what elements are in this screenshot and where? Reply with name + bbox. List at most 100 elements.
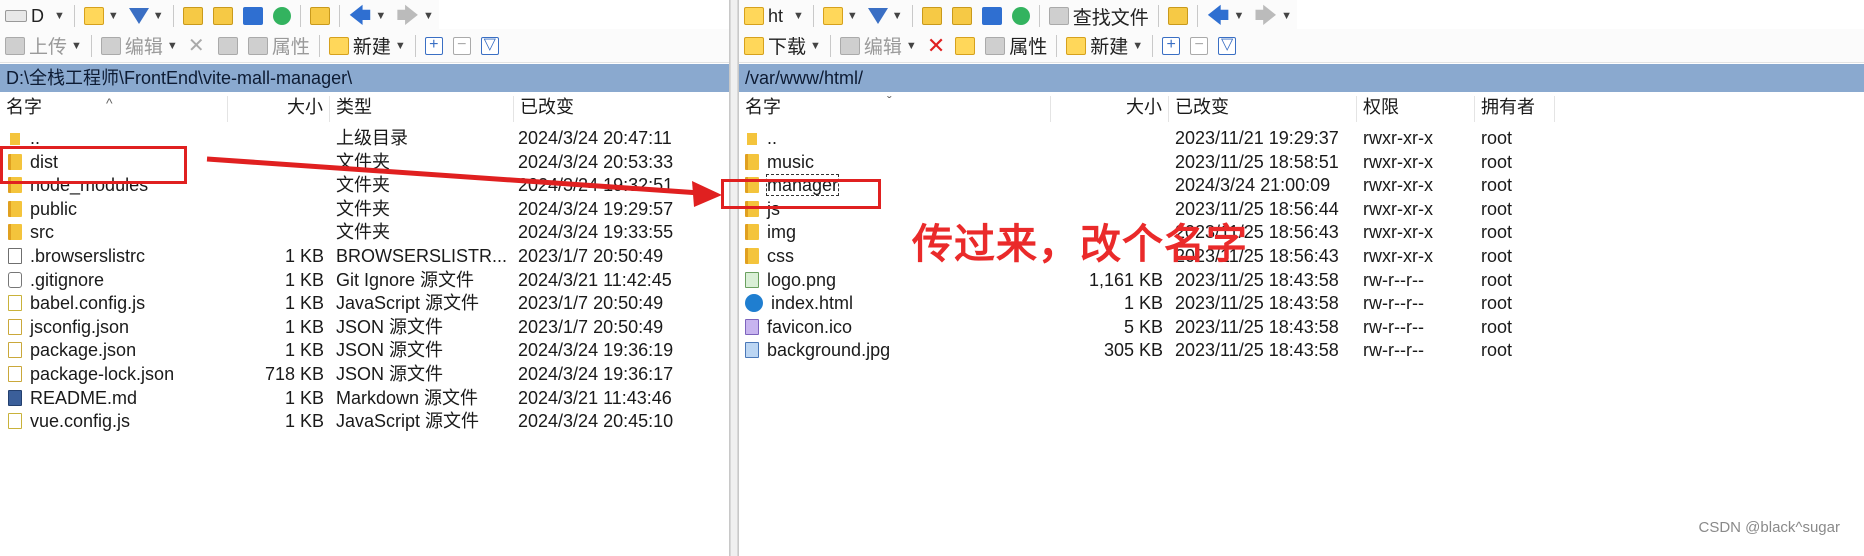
new-button[interactable]: 新建 ▼ xyxy=(1061,31,1148,61)
column-size[interactable]: 大小 xyxy=(1051,96,1169,122)
deselect-button[interactable]: − xyxy=(448,31,476,61)
remote-toolbar-actions: 下载 ▼ 编辑 ▼ ✕ 属性 新建 ▼ + − ▽ xyxy=(739,29,1864,63)
local-column-header: 名字 ^ 大小 类型 已改变 xyxy=(0,95,729,122)
back-arrow-icon: 🡄 xyxy=(1206,3,1230,28)
home-button[interactable] xyxy=(977,1,1007,31)
png-file-icon xyxy=(745,271,759,288)
jpg-file-icon xyxy=(745,342,759,359)
edit-button[interactable]: 编辑 ▼ xyxy=(835,31,922,61)
delete-button[interactable]: ✕ xyxy=(922,31,950,61)
minus-icon: − xyxy=(1190,36,1209,55)
root-dir-button[interactable] xyxy=(208,1,238,31)
column-modified[interactable]: 已改变 xyxy=(1169,96,1357,122)
markdown-file-icon xyxy=(8,389,22,406)
file-name: jsconfig.json xyxy=(30,316,130,337)
file-name: package.json xyxy=(30,340,137,361)
pane-splitter[interactable] xyxy=(730,0,738,556)
local-toolbar-actions: 上传 ▼ 编辑 ▼ ✕ 属性 新建 ▼ + − ▽ xyxy=(0,29,729,63)
sync-browse-button[interactable] xyxy=(1163,1,1193,31)
sync-icon xyxy=(1167,7,1188,25)
properties-icon xyxy=(247,36,268,55)
back-button[interactable]: 🡄 ▼ xyxy=(1202,1,1250,31)
json-file-icon xyxy=(8,342,22,359)
delete-icon: ✕ xyxy=(187,34,205,57)
delete-icon: ✕ xyxy=(926,32,946,58)
filter-button[interactable]: ▼ xyxy=(124,1,169,31)
plus-icon: + xyxy=(1162,36,1181,55)
edge-browser-icon xyxy=(745,294,763,313)
column-name[interactable]: 名字 ^ xyxy=(0,95,228,122)
upload-button[interactable]: 上传 ▼ xyxy=(0,31,87,61)
file-name: .. xyxy=(30,128,41,148)
upload-icon xyxy=(5,36,25,55)
file-name: css xyxy=(767,246,794,266)
refresh-icon xyxy=(1011,7,1030,25)
select-all-button[interactable]: + xyxy=(420,31,448,61)
home-button[interactable] xyxy=(238,1,268,31)
download-button[interactable]: 下载 ▼ xyxy=(739,31,826,61)
deselect-button[interactable]: − xyxy=(1185,31,1213,61)
edit-button[interactable]: 编辑 ▼ xyxy=(96,31,183,61)
open-folder-icon xyxy=(822,7,843,25)
local-pane: D ▼ ▼ ▼ 🡄 ▼ 🡆 ▼ 上传 ▼ 编辑 ▼ ✕ 属性 新建 ▼ + − ▽ D:\… xyxy=(0,0,730,556)
properties-button[interactable]: 属性 xyxy=(243,31,315,61)
column-owner[interactable]: 拥有者 xyxy=(1475,96,1555,122)
parent-dir-button[interactable] xyxy=(178,1,208,31)
folder-icon xyxy=(744,7,764,25)
file-size: 305 KB xyxy=(1103,340,1163,361)
open-folder-button[interactable]: ▼ xyxy=(818,1,863,31)
file-name: favicon.ico xyxy=(767,316,853,337)
back-button[interactable]: 🡄 ▼ xyxy=(344,1,392,31)
column-permissions[interactable]: 权限 xyxy=(1357,96,1475,122)
file-name: README.md xyxy=(30,387,138,408)
remote-path-bar[interactable]: /var/www/html/ xyxy=(739,64,1864,92)
drive-dropdown[interactable]: ▼ xyxy=(49,1,70,31)
new-folder-icon xyxy=(1066,36,1087,55)
json-file-icon xyxy=(8,366,22,382)
file-name: .browserslistrc xyxy=(30,246,146,266)
file-row[interactable]: vue.config.js 1 KB JavaScript 源文件 2024/3/24… xyxy=(0,407,729,435)
parent-folder-icon xyxy=(182,7,203,25)
filter-select-button[interactable]: ▽ xyxy=(476,31,504,61)
highlight-box-dist xyxy=(0,146,187,184)
properties-button[interactable]: 属性 xyxy=(980,31,1052,61)
file-name-cell: vue.config.js xyxy=(8,407,226,435)
column-type[interactable]: 类型 xyxy=(330,96,514,122)
json-file-icon xyxy=(8,318,22,335)
file-row[interactable]: background.jpg 305 KB 2023/11/25 18:43:58 r… xyxy=(739,336,1864,364)
local-path-bar[interactable]: D:\全栈工程师\FrontEnd\vite-mall-manager\ xyxy=(0,64,729,92)
select-all-button[interactable]: + xyxy=(1157,31,1185,61)
home-icon xyxy=(242,7,263,25)
parent-dir-button[interactable] xyxy=(917,1,947,31)
column-name[interactable]: 名字 ˇ xyxy=(739,93,1051,122)
funnel-icon: ▽ xyxy=(480,36,499,55)
minus-icon: − xyxy=(452,36,471,55)
refresh-button[interactable] xyxy=(268,1,296,31)
root-dir-button[interactable] xyxy=(947,1,977,31)
caret-down-icon: ▼ xyxy=(54,10,65,22)
find-files-button[interactable]: 查找文件 xyxy=(1044,1,1154,31)
column-size[interactable]: 大小 xyxy=(228,96,330,122)
filter-button[interactable]: ▼ xyxy=(863,1,908,31)
rename-icon xyxy=(217,36,238,55)
open-folder-button[interactable]: ▼ xyxy=(79,1,124,31)
folder-icon xyxy=(745,248,759,264)
plus-icon: + xyxy=(424,36,443,55)
remote-dir-selector[interactable]: ht xyxy=(739,1,788,31)
remote-column-header: 名字 ˇ 大小 已改变 权限 拥有者 xyxy=(739,93,1864,122)
remote-dir-dropdown[interactable]: ▼ xyxy=(788,1,809,31)
refresh-button[interactable] xyxy=(1007,1,1035,31)
file-owner: root xyxy=(1481,340,1513,361)
delete-button[interactable]: ✕ xyxy=(183,31,213,61)
back-arrow-icon: 🡄 xyxy=(348,3,372,28)
rename-button[interactable] xyxy=(213,31,243,61)
filter-select-button[interactable]: ▽ xyxy=(1213,31,1241,61)
rename-button[interactable] xyxy=(950,31,980,61)
root-folder-icon xyxy=(951,7,972,25)
forward-button[interactable]: 🡆 ▼ xyxy=(1249,1,1297,31)
forward-button[interactable]: 🡆 ▼ xyxy=(391,1,439,31)
new-button[interactable]: 新建 ▼ xyxy=(324,31,411,61)
sync-browse-button[interactable] xyxy=(305,1,335,31)
column-modified[interactable]: 已改变 xyxy=(514,96,729,122)
drive-selector[interactable]: D xyxy=(0,1,49,31)
